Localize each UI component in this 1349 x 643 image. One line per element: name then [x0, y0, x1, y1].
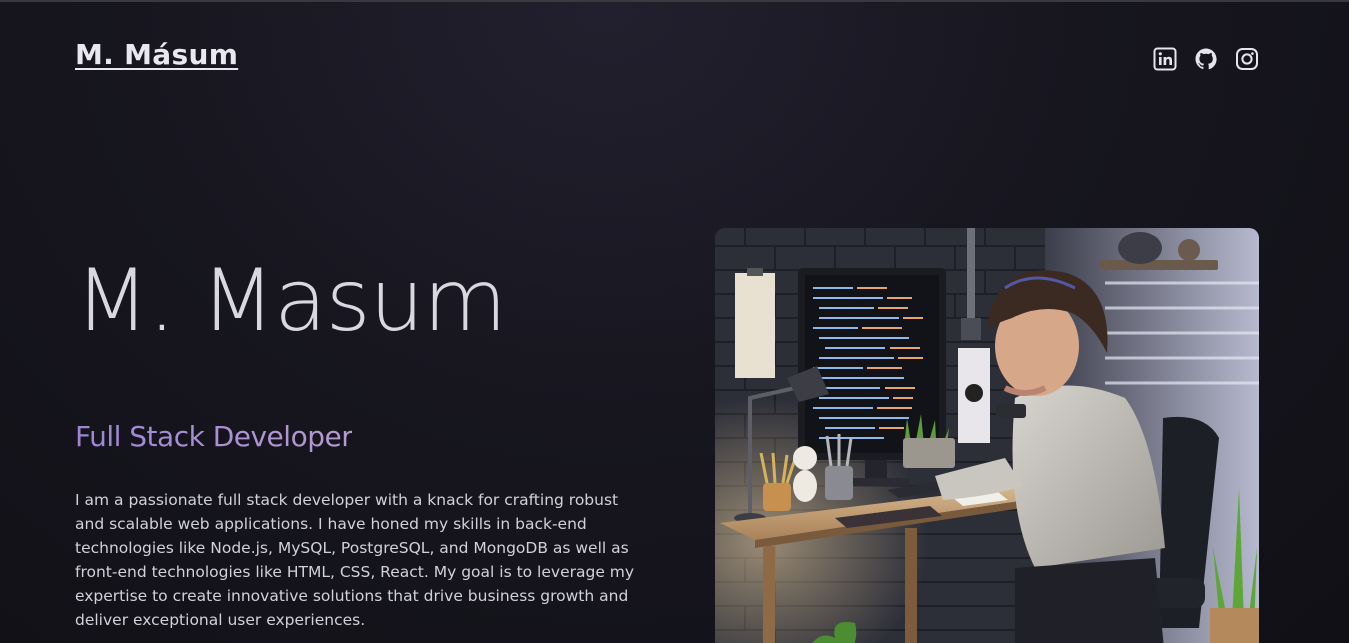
site-logo[interactable]: M. Másum [75, 38, 238, 71]
github-icon [1195, 48, 1217, 70]
page: M. Másum M. Masum Full Stack Developer I [0, 0, 1349, 643]
hero-name: M. Masum [75, 251, 507, 351]
hero-bio: I am a passionate full stack developer w… [75, 491, 635, 629]
github-link[interactable] [1194, 47, 1218, 71]
linkedin-icon [1153, 47, 1177, 71]
social-links [1153, 47, 1259, 71]
developer-illustration [715, 228, 1259, 643]
instagram-link[interactable] [1235, 47, 1259, 71]
hero-role: Full Stack Developer [75, 420, 353, 453]
linkedin-link[interactable] [1153, 47, 1177, 71]
instagram-icon [1236, 48, 1258, 70]
